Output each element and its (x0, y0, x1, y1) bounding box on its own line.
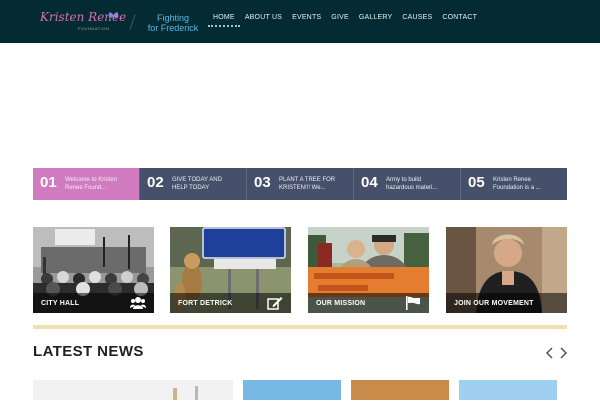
latest-news-heading: LATEST NEWS (33, 343, 144, 360)
slider-tab-2[interactable]: 02 GIVE TODAY AND HELP TODAY (140, 168, 247, 200)
slider-tab-4[interactable]: 04 Army to build hazardous materi... (354, 168, 461, 200)
slider-tab-3[interactable]: 03 PLANT A TREE FOR KRISTEN!!! We... (247, 168, 354, 200)
edit-icon (267, 297, 283, 310)
slider-tab-1[interactable]: 01 Welcome to Kristen Renee Found... (33, 168, 140, 200)
slider-tab-number: 04 (361, 174, 378, 191)
group-icon (130, 297, 146, 309)
slider-tabs: 01 Welcome to Kristen Renee Found... 02 … (33, 168, 567, 200)
nav-item-contact[interactable]: CONTACT (437, 13, 482, 27)
news-thumbnail-2[interactable] (243, 380, 341, 400)
nav-item-events[interactable]: EVENTS (287, 13, 326, 27)
nav-item-give[interactable]: GIVE (326, 13, 354, 27)
site-header: Kristen Renee FOUNDATION Fighting for Fr… (0, 0, 600, 43)
logo-subtitle: FOUNDATION (78, 26, 110, 31)
slider-tab-number: 03 (254, 174, 271, 191)
tile-join-our-movement[interactable]: JOIN OUR MOVEMENT (446, 227, 567, 313)
tile-label: CITY HALL (41, 300, 80, 307)
tagline-line-2: for Frederick (147, 23, 199, 33)
header-divider (129, 14, 136, 30)
news-thumbnail-1[interactable] (33, 380, 233, 400)
nav-item-gallery[interactable]: GALLERY (354, 13, 398, 27)
section-divider (33, 325, 567, 329)
nav-item-home[interactable]: HOME (208, 13, 240, 27)
tagline-line-1: Fighting (156, 13, 190, 23)
tagline: Fighting for Frederick (140, 13, 206, 33)
tile-fort-detrick[interactable]: FORT DETRICK (170, 227, 291, 313)
slider-tab-number: 01 (40, 174, 57, 191)
chevron-left-icon[interactable] (545, 347, 555, 359)
nav-item-causes[interactable]: CAUSES (397, 13, 437, 27)
tile-label: JOIN OUR MOVEMENT (454, 300, 534, 307)
slider-tab-5[interactable]: 05 Kristen Renee Foundation is a ... (461, 168, 567, 200)
nav-item-about-us[interactable]: ABOUT US (240, 13, 287, 27)
tile-our-mission[interactable]: OUR MISSION (308, 227, 429, 313)
news-thumbnail-image (173, 386, 198, 400)
feature-tiles: CITY HALL FORT DETRICK OUR MISSION JOIN … (33, 227, 567, 313)
slider-tab-text: GIVE TODAY AND HELP TODAY (172, 177, 222, 191)
news-thumbnail-4[interactable] (459, 380, 557, 400)
chevron-right-icon[interactable] (558, 347, 568, 359)
slider-tab-text: Kristen Renee Foundation is a ... (493, 177, 541, 191)
slider-tab-text: Army to build hazardous materi... (386, 177, 438, 191)
site-logo[interactable]: Kristen Renee FOUNDATION (40, 10, 126, 34)
news-thumbnail-3[interactable] (351, 380, 449, 400)
slider-tab-text: Welcome to Kristen Renee Found... (65, 177, 117, 191)
slider-tab-number: 02 (147, 174, 164, 191)
tile-label: FORT DETRICK (178, 300, 233, 307)
main-nav: HOME ABOUT US EVENTS GIVE GALLERY CAUSES… (208, 13, 482, 27)
tile-city-hall[interactable]: CITY HALL (33, 227, 154, 313)
slider-tab-number: 05 (468, 174, 485, 191)
tile-label: OUR MISSION (316, 300, 366, 307)
butterfly-icon (108, 12, 119, 18)
flag-icon (406, 296, 420, 310)
slider-tab-text: PLANT A TREE FOR KRISTEN!!! We... (279, 177, 336, 191)
